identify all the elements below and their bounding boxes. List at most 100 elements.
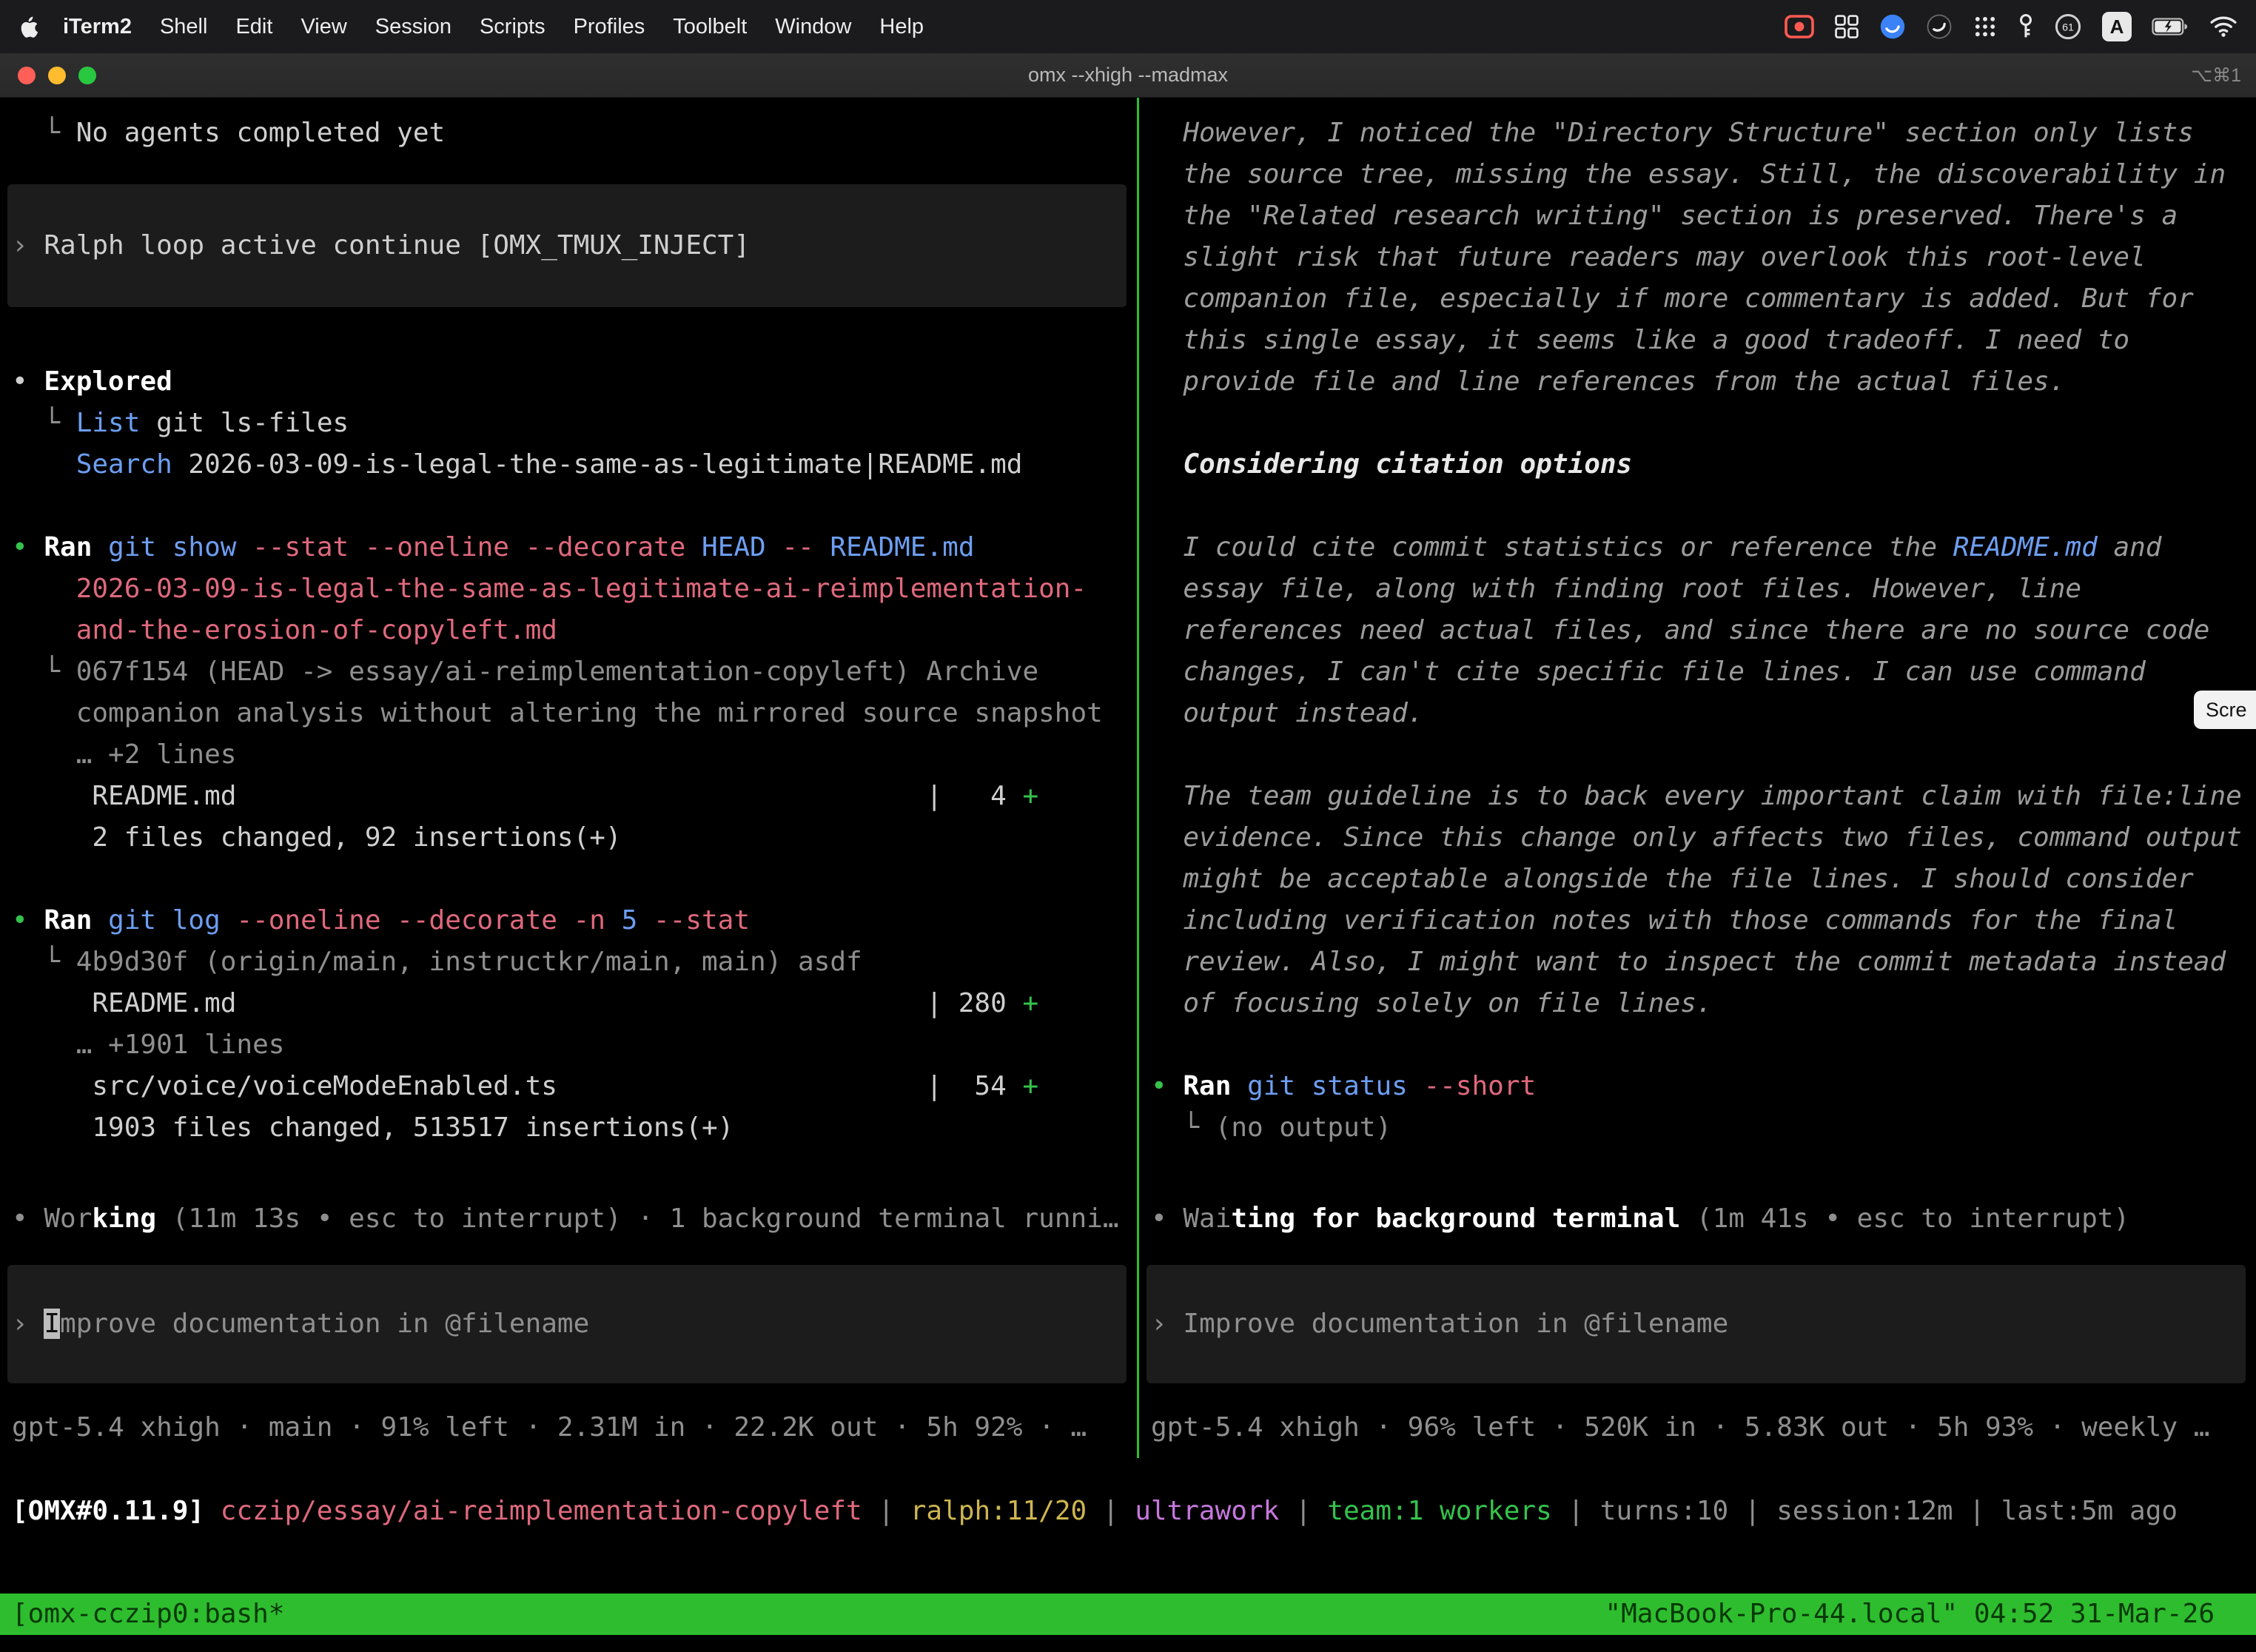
menu-item-help[interactable]: Help xyxy=(865,15,938,39)
terminal-line: › Improve documentation in @filename xyxy=(12,1303,589,1345)
terminal-line: └ 4b9d30f (origin/main, instructkr/main,… xyxy=(12,941,1137,983)
menu-item-iterm2[interactable]: iTerm2 xyxy=(49,15,146,39)
terminal-line xyxy=(1151,1024,2256,1066)
menu-item-window[interactable]: Window xyxy=(761,15,865,39)
terminal-line: gpt-5.4 xhigh · 96% left · 520K in · 5.8… xyxy=(1151,1407,2256,1448)
left-working-status: • Working (11m 13s • esc to interrupt) ·… xyxy=(0,1198,1137,1240)
terminal-line: Search 2026-03-09-is-legal-the-same-as-l… xyxy=(12,444,1137,486)
left-prompt-text: › Improve documentation in @filename xyxy=(12,1303,589,1345)
terminal-line: • Ran git log --oneline --decorate -n 5 … xyxy=(12,900,1137,941)
battery-charging-icon[interactable] xyxy=(2152,17,2189,36)
terminal-line: companion file, especially if more comme… xyxy=(1151,278,2256,320)
tmux-host-clock: "MacBook-Pro-44.local" 04:52 31-Mar-26 xyxy=(1605,1594,2215,1635)
tmux-panes: └ No agents completed yet › Ralph loop a… xyxy=(0,98,2256,1458)
right-pane-history: However, I noticed the "Directory Struct… xyxy=(1139,98,2256,1149)
key-icon[interactable] xyxy=(2018,13,2034,40)
terminal-line: references need actual files, and since … xyxy=(1151,610,2256,651)
window-title: omx --xhigh --madmax xyxy=(0,64,2256,87)
menu-bar: iTerm2ShellEditViewSessionScriptsProfile… xyxy=(0,0,2256,53)
terminal-line: • Explored xyxy=(12,361,1137,403)
terminal-line xyxy=(1151,403,2256,444)
terminal-line: essay file, along with finding root file… xyxy=(1151,568,2256,610)
apple-menu[interactable] xyxy=(21,16,38,38)
ralph-loop-banner: › Ralph loop active continue [OMX_TMUX_I… xyxy=(7,184,1127,307)
menu-bar-status-icons: 61 A xyxy=(1785,12,2243,41)
input-source-icon[interactable]: A xyxy=(2102,12,2132,41)
left-prompt-input[interactable]: › Improve documentation in @filename xyxy=(7,1265,1127,1383)
right-working-status: • Waiting for background terminal (1m 41… xyxy=(1139,1198,2256,1240)
tmux-session-label: [omx-cczip0:bash* xyxy=(12,1594,284,1635)
dark-app-icon[interactable] xyxy=(1926,13,1953,40)
terminal-line: … +1901 lines xyxy=(12,1024,1137,1066)
terminal-line: └ (no output) xyxy=(1151,1107,2256,1149)
screen-overlay-button[interactable]: Scre xyxy=(2194,691,2256,729)
left-pane-history-top: └ No agents completed yet xyxy=(0,98,1137,154)
terminal-line xyxy=(1151,486,2256,527)
terminal-line: of focusing solely on file lines. xyxy=(1151,983,2256,1024)
terminal-line: src/voice/voiceModeEnabled.ts | 54 + xyxy=(12,1066,1137,1107)
terminal-line: companion analysis without altering the … xyxy=(12,693,1137,734)
dots-grid-icon[interactable] xyxy=(1973,14,1998,39)
ralph-loop-banner-text: › Ralph loop active continue [OMX_TMUX_I… xyxy=(12,225,750,266)
battery-gauge-icon[interactable]: 61 xyxy=(2054,13,2082,41)
menu-item-scripts[interactable]: Scripts xyxy=(466,15,560,39)
terminal-line: might be acceptable alongside the file l… xyxy=(1151,859,2256,900)
terminal-line: └ List git ls-files xyxy=(12,403,1137,444)
terminal-line: README.md | 4 + xyxy=(12,776,1137,817)
terminal-line xyxy=(1151,734,2256,776)
screen-recording-icon[interactable] xyxy=(1785,14,1814,39)
menu-item-toolbelt[interactable]: Toolbelt xyxy=(659,15,761,39)
menu-item-edit[interactable]: Edit xyxy=(221,15,286,39)
terminal-line: review. Also, I might want to inspect th… xyxy=(1151,941,2256,983)
terminal-line: 1903 files changed, 513517 insertions(+) xyxy=(12,1107,1137,1149)
menu-item-profiles[interactable]: Profiles xyxy=(560,15,659,39)
traffic-lights xyxy=(18,67,96,84)
omx-status-bar: [OMX#0.11.9] cczip/essay/ai-reimplementa… xyxy=(0,1491,2256,1532)
terminal-line: evidence. Since this change only affects… xyxy=(1151,817,2256,859)
terminal-line: › Improve documentation in @filename xyxy=(1151,1303,1728,1345)
left-pane-bottom: • Working (11m 13s • esc to interrupt) ·… xyxy=(0,1198,1137,1458)
terminal-line: However, I noticed the "Directory Struct… xyxy=(1151,113,2256,154)
terminal-line: gpt-5.4 xhigh · main · 91% left · 2.31M … xyxy=(12,1407,1137,1448)
close-button[interactable] xyxy=(18,67,36,84)
minimize-button[interactable] xyxy=(48,67,66,84)
terminal-line: 2026-03-09-is-legal-the-same-as-legitima… xyxy=(12,568,1137,610)
menu-bar-menus: iTerm2ShellEditViewSessionScriptsProfile… xyxy=(13,15,938,39)
wifi-icon[interactable] xyxy=(2209,16,2238,38)
menu-item-session[interactable]: Session xyxy=(361,15,466,39)
terminal-line: I could cite commit statistics or refere… xyxy=(1151,527,2256,568)
terminal-line: • Working (11m 13s • esc to interrupt) ·… xyxy=(12,1198,1137,1240)
terminal-line: changes, I can't cite specific file line… xyxy=(1151,651,2256,693)
terminal-line: including verification notes with those … xyxy=(1151,900,2256,941)
desktop: { "colors": { "fg": "#cfcfcf", "dim": "#… xyxy=(0,0,2256,1652)
right-prompt-input[interactable]: › Improve documentation in @filename xyxy=(1147,1265,2246,1383)
terminal-line: README.md | 280 + xyxy=(12,983,1137,1024)
terminal-line: provide file and line references from th… xyxy=(1151,361,2256,403)
terminal-line: output instead. xyxy=(1151,693,2256,734)
window-grid-icon[interactable] xyxy=(1834,14,1859,39)
right-prompt-text: › Improve documentation in @filename xyxy=(1151,1303,1728,1345)
menu-item-view[interactable]: View xyxy=(286,15,360,39)
terminal-line: › Ralph loop active continue [OMX_TMUX_I… xyxy=(12,225,750,266)
right-model-status-line: gpt-5.4 xhigh · 96% left · 520K in · 5.8… xyxy=(1139,1407,2256,1448)
terminal-line xyxy=(12,486,1137,527)
window-hotkey-badge: ⌥⌘1 xyxy=(2191,64,2241,87)
apple-icon xyxy=(21,16,38,38)
tmux-status-bar: [omx-cczip0:bash* "MacBook-Pro-44.local"… xyxy=(0,1594,2256,1635)
terminal-line: the source tree, missing the essay. Stil… xyxy=(1151,154,2256,195)
terminal-line: the "Related research writing" section i… xyxy=(1151,195,2256,237)
zoom-button[interactable] xyxy=(78,67,96,84)
terminal-line: • Ran git show --stat --oneline --decora… xyxy=(12,527,1137,568)
left-model-status-line: gpt-5.4 xhigh · main · 91% left · 2.31M … xyxy=(0,1407,1137,1448)
terminal: └ No agents completed yet › Ralph loop a… xyxy=(0,98,2256,1652)
terminal-line: this single essay, it seems like a good … xyxy=(1151,320,2256,361)
blue-app-icon[interactable] xyxy=(1879,13,1906,40)
terminal-line: … +2 lines xyxy=(12,734,1137,776)
terminal-line: Considering citation options xyxy=(1151,444,2256,486)
window-title-bar[interactable]: omx --xhigh --madmax ⌥⌘1 xyxy=(0,53,2256,98)
right-pane-bottom: • Waiting for background terminal (1m 41… xyxy=(1139,1198,2256,1458)
menu-item-shell[interactable]: Shell xyxy=(146,15,222,39)
terminal-pane-right[interactable]: However, I noticed the "Directory Struct… xyxy=(1139,98,2256,1458)
terminal-pane-left[interactable]: └ No agents completed yet › Ralph loop a… xyxy=(0,98,1137,1458)
terminal-line xyxy=(12,859,1137,900)
